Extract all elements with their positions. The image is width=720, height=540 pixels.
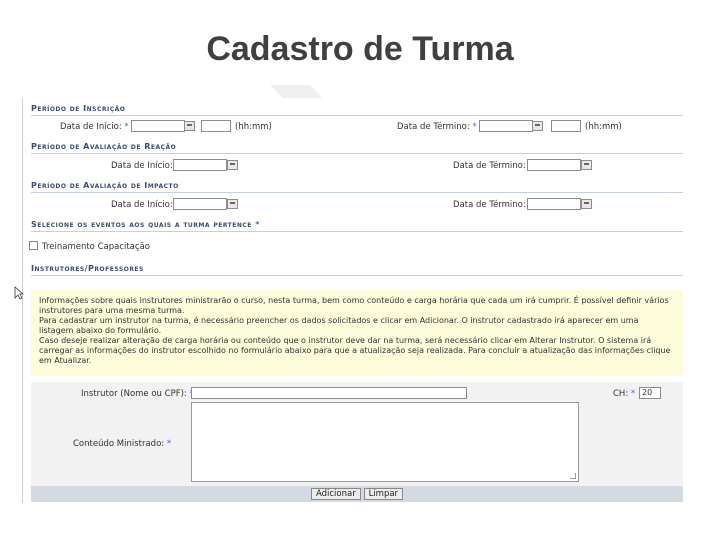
ch-input[interactable]: 20 — [639, 387, 661, 399]
conteudo-textarea[interactable] — [191, 402, 579, 482]
info-text-1: Informações sobre quais instrutores mini… — [39, 296, 669, 315]
calendar-icon[interactable] — [227, 199, 238, 209]
calendar-icon[interactable] — [227, 160, 238, 170]
section-eventos: Selecione os eventos aos quais a turma p… — [31, 218, 683, 232]
ch-label: CH: * — [613, 389, 636, 399]
treinamento-checkbox[interactable] — [29, 241, 38, 250]
hora-termino-inscricao-input[interactable] — [551, 120, 581, 132]
slide-title: Cadastro de Turma — [206, 30, 514, 68]
adicionar-button[interactable]: Adicionar — [310, 488, 361, 500]
calendar-icon[interactable] — [532, 121, 543, 131]
conteudo-label: Conteúdo Ministrado: * — [73, 439, 172, 449]
hora-inicio-inscricao-input[interactable] — [201, 120, 231, 132]
data-termino-reacao-label: Data de Término: — [453, 161, 526, 171]
turma-form: Período de Inscrição Data de Início: * (… — [22, 98, 683, 503]
calendar-icon[interactable] — [581, 199, 592, 209]
hhmm-hint: (hh:mm) — [585, 122, 622, 132]
data-inicio-reacao-input[interactable] — [173, 159, 227, 171]
data-termino-reacao-input[interactable] — [527, 159, 581, 171]
instrutor-input[interactable] — [191, 387, 467, 399]
data-inicio-impacto-label: Data de Início: — [111, 200, 173, 210]
data-inicio-impacto-input[interactable] — [173, 198, 227, 210]
data-termino-inscricao-label: Data de Término: * — [397, 122, 477, 132]
calendar-icon[interactable] — [184, 121, 195, 131]
data-termino-impacto-label: Data de Término: — [453, 200, 526, 210]
treinamento-label: Treinamento Capacitação — [42, 242, 150, 252]
section-periodo-impacto: Período de Avaliação de Impacto — [31, 179, 683, 193]
info-box: Informações sobre quais instrutores mini… — [31, 290, 683, 376]
limpar-button[interactable]: Limpar — [363, 488, 404, 500]
data-inicio-reacao-label: Data de Início: — [111, 161, 173, 171]
form-footer: Adicionar Limpar — [31, 486, 683, 502]
info-text-2: Para cadastrar um instrutor na turma, é … — [39, 316, 639, 335]
mouse-pointer-icon — [14, 286, 24, 300]
data-inicio-inscricao-input[interactable] — [131, 120, 185, 132]
info-text-3: Caso deseje realizar alteração de carga … — [39, 336, 671, 365]
hhmm-hint: (hh:mm) — [235, 122, 272, 132]
section-periodo-reacao: Período de Avaliação de Reação — [31, 140, 683, 154]
calendar-icon[interactable] — [581, 160, 592, 170]
data-termino-impacto-input[interactable] — [527, 198, 581, 210]
instrutor-label: Instrutor (Nome ou CPF): * — [81, 389, 194, 399]
data-inicio-inscricao-label: Data de Início: * — [60, 122, 129, 132]
section-instrutores: Instrutores/Professores — [31, 262, 683, 276]
data-termino-inscricao-input[interactable] — [479, 120, 533, 132]
section-periodo-inscricao: Período de Inscrição — [31, 102, 683, 116]
